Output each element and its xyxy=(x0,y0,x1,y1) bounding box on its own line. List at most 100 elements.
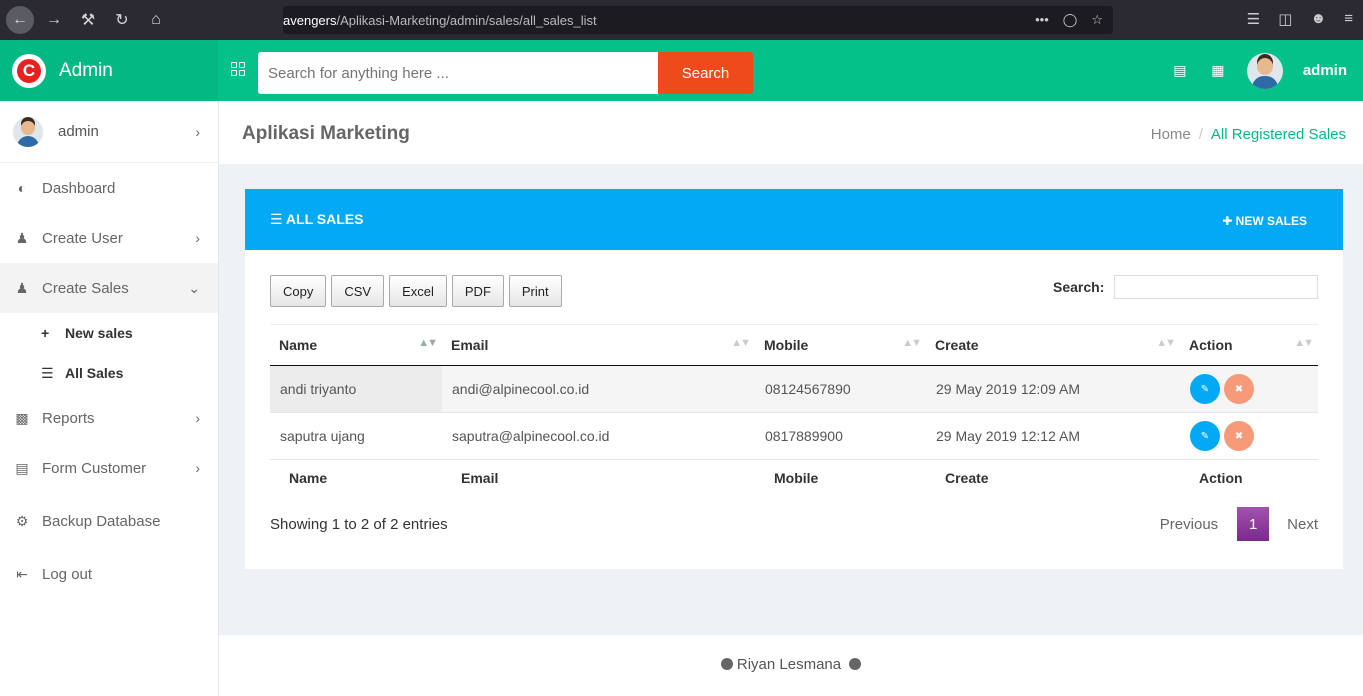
cell-mobile: 0817889900 xyxy=(755,412,926,460)
footer-header-name: Name xyxy=(270,459,442,497)
column-header-create[interactable]: Create ▲▼ xyxy=(926,324,1180,366)
excel-button[interactable]: Excel xyxy=(389,275,447,307)
sidebar-item-dashboard[interactable]: ◐ Dashboard xyxy=(0,163,218,213)
wrench-icon[interactable]: ⚒ xyxy=(74,6,102,34)
sidebar-item-form-customer[interactable]: ▤ Form Customer › xyxy=(0,443,218,493)
print-button[interactable]: Print xyxy=(508,275,562,307)
back-arrow-icon[interactable]: ← xyxy=(6,6,34,34)
edit-icon[interactable]: ✎ xyxy=(1190,374,1220,404)
column-header-name[interactable]: Name ▲▼ xyxy=(270,324,442,366)
sidebar-item-logout[interactable]: ⇤ Log out xyxy=(0,549,218,599)
reload-icon[interactable]: ↻ xyxy=(108,6,136,34)
search-button[interactable]: Search xyxy=(658,52,753,94)
column-header-mobile[interactable]: Mobile ▲▼ xyxy=(755,324,926,366)
sidebar-item-label: Dashboard xyxy=(42,179,116,197)
next-page-button[interactable]: Next xyxy=(1287,516,1318,533)
header-username[interactable]: admin xyxy=(1303,62,1347,79)
brand[interactable]: C Admin xyxy=(0,40,218,101)
page-button-current[interactable]: 1 xyxy=(1237,507,1270,541)
previous-page-button[interactable]: Previous xyxy=(1160,516,1218,533)
url-path: /Aplikasi-Marketing/admin/sales/all_sale… xyxy=(336,12,597,28)
column-header-label: Mobile xyxy=(764,337,809,353)
breadcrumb-home[interactable]: Home xyxy=(1151,126,1191,143)
sidebar-item-create-sales[interactable]: ♟ Create Sales ⌄ xyxy=(0,263,218,313)
edit-icon[interactable]: ✎ xyxy=(1190,421,1220,451)
forward-arrow-icon[interactable]: → xyxy=(40,6,68,34)
breadcrumb-separator: / xyxy=(1198,126,1203,143)
library-icon[interactable]: ☰ xyxy=(1247,10,1260,28)
sort-icon: ▲▼ xyxy=(1294,337,1314,349)
delete-icon[interactable]: ✖ xyxy=(1224,421,1254,451)
sidebar-user[interactable]: admin › xyxy=(0,101,218,163)
table-row: andi triyanto andi@alpinecool.co.id 0812… xyxy=(270,365,1318,413)
address-bar[interactable]: ⓘ avengers/Aplikasi-Marketing/admin/sale… xyxy=(283,6,1113,353)
table-row: saputra ujang saputra@alpinecool.co.id 0… xyxy=(270,412,1318,460)
gear-icon: ⚙ xyxy=(15,512,29,529)
pdf-button[interactable]: PDF xyxy=(451,275,504,307)
apps-grid-icon[interactable] xyxy=(231,62,245,76)
clipboard-icon[interactable]: ▤ xyxy=(1171,62,1189,80)
sidebar-item-reports[interactable]: ▩ Reports › xyxy=(0,393,218,443)
column-header-action[interactable]: Action ▲▼ xyxy=(1180,324,1318,366)
column-header-label: Action xyxy=(1189,337,1233,353)
star-icon[interactable]: ☆ xyxy=(1091,12,1103,28)
globe-icon xyxy=(849,658,862,670)
sidebar-subitem-label: New sales xyxy=(65,325,133,341)
delete-icon[interactable]: ✖ xyxy=(1224,374,1254,404)
chevron-down-icon: ⌄ xyxy=(188,279,200,296)
sidebar-toggle-icon[interactable]: ◫ xyxy=(1278,10,1292,28)
new-sales-button[interactable]: ✚ NEW SALES xyxy=(1222,214,1307,228)
sidebar-subitem-new-sales[interactable]: + New sales xyxy=(0,313,218,353)
list-icon: ☰ xyxy=(270,211,286,227)
table-search-label: Search: xyxy=(1053,279,1105,295)
cell-action: ✎ ✖ xyxy=(1180,365,1318,413)
plus-icon: ✚ xyxy=(1222,214,1236,228)
sidebar-item-label: Log out xyxy=(42,565,93,583)
sidebar-item-label: Form Customer xyxy=(42,459,147,477)
avatar xyxy=(13,116,43,147)
more-icon[interactable]: ••• xyxy=(1035,12,1049,28)
csv-button[interactable]: CSV xyxy=(331,275,385,307)
sidebar-item-backup-database[interactable]: ⚙ Backup Database xyxy=(0,493,218,549)
cell-email: andi@alpinecool.co.id xyxy=(442,365,755,413)
page-title: Aplikasi Marketing xyxy=(242,123,410,144)
sidebar-item-create-user[interactable]: ♟ Create User › xyxy=(0,213,218,263)
sort-icon: ▲▼ xyxy=(902,337,922,349)
sort-icon: ▲▼ xyxy=(731,337,751,349)
column-header-label: Name xyxy=(279,337,318,353)
bar-chart-icon: ▩ xyxy=(15,409,29,426)
footer-header-mobile: Mobile xyxy=(755,459,926,497)
sidebar-subitem-all-sales[interactable]: ☰ All Sales xyxy=(0,353,218,393)
translate-icon[interactable]: ▦ xyxy=(1209,62,1227,80)
cell-email: saputra@alpinecool.co.id xyxy=(442,412,755,460)
globe-icon xyxy=(720,658,733,670)
footer-header-create: Create xyxy=(926,459,1180,497)
home-icon[interactable]: ⌂ xyxy=(142,6,170,34)
account-icon[interactable]: ☻ xyxy=(1310,10,1326,28)
sidebar-item-label: Create User xyxy=(42,229,123,247)
column-header-label: Email xyxy=(451,337,489,353)
page-header: Aplikasi Marketing Home / All Registered S… xyxy=(219,101,1363,164)
app-header: C Admin Search ▤ ▦ admin xyxy=(0,40,1363,101)
new-sales-label: NEW SALES xyxy=(1235,214,1307,228)
search-input[interactable] xyxy=(258,52,658,94)
menu-icon[interactable]: ≡ xyxy=(1344,10,1353,28)
pocket-icon[interactable]: ◯ xyxy=(1063,12,1078,28)
card-header: ☰ ALL SALES ✚ NEW SALES xyxy=(245,189,1343,250)
brand-name: Admin xyxy=(59,59,113,81)
sidebar-username: admin xyxy=(58,123,99,140)
breadcrumb-current: All Registered Sales xyxy=(1210,126,1346,143)
cell-name: andi triyanto xyxy=(270,365,442,413)
column-header-email[interactable]: Email ▲▼ xyxy=(442,324,755,366)
cell-action: ✎ ✖ xyxy=(1180,412,1318,460)
sidebar-item-label: Create Sales xyxy=(42,279,129,297)
table-search-input[interactable] xyxy=(1114,275,1318,299)
avatar[interactable] xyxy=(1246,52,1283,89)
column-header-label: Create xyxy=(935,337,979,353)
chevron-right-icon: › xyxy=(195,460,200,476)
chevron-right-icon: › xyxy=(195,123,200,140)
page-footer: Riyan Lesmana xyxy=(219,635,1363,696)
copy-button[interactable]: Copy xyxy=(270,275,327,307)
browser-toolbar: ← → ⚒ ↻ ⌂ ⓘ avengers/Aplikasi-Marketing/… xyxy=(0,0,1363,353)
sort-icon: ▲▼ xyxy=(1156,337,1176,349)
